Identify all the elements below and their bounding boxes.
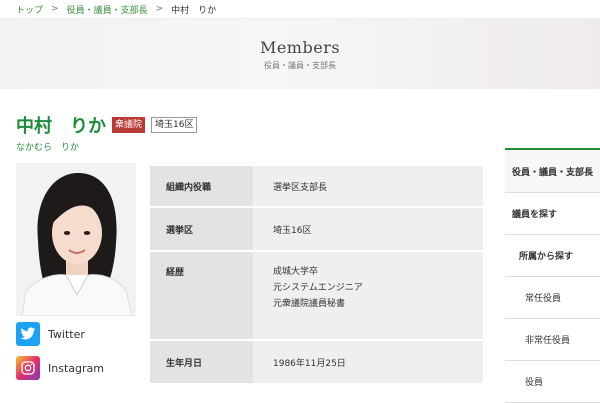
row-value-birthday: 1986年11月25日 [253,341,483,383]
breadcrumb-separator: > [51,4,59,14]
sidebar-item-by-affiliation[interactable]: 所属から探す [505,235,600,277]
twitter-icon [16,322,40,346]
instagram-label: Instagram [48,361,104,375]
portrait-illustration [16,163,136,316]
row-value-position: 選挙区支部長 [253,166,483,206]
row-label-birthday: 生年月日 [150,341,253,383]
sidebar-nav: 役員・議員・支部長 議員を探す 所属から探す 常任役員 非常任役員 役員 [505,148,600,403]
page-subtitle: 役員・議員・支部長 [264,61,336,70]
sidebar-item-find-members[interactable]: 議員を探す [505,193,600,235]
table-row: 生年月日 1986年11月25日 [150,341,483,383]
breadcrumb: トップ > 役員・議員・支部長 > 中村 りか [0,0,600,18]
instagram-icon [16,356,40,380]
table-row: 組織内役職 選挙区支部長 [150,166,483,206]
sidebar-heading[interactable]: 役員・議員・支部長 [505,148,600,193]
row-label-career: 経歴 [150,252,253,339]
member-name-kana: なかむら りか [16,143,80,153]
house-badge: 衆議院 [112,117,146,133]
sidebar-item-nonstanding-officers[interactable]: 非常任役員 [505,319,600,361]
row-value-district: 埼玉16区 [253,208,483,250]
profile-info-table: 組織内役職 選挙区支部長 選挙区 埼玉16区 経歴 成城大学卒 元システムエンジ… [150,164,483,385]
career-line: 成城大学卒 [273,267,319,277]
sidebar-item-officers[interactable]: 役員 [505,361,600,403]
instagram-link[interactable]: Instagram [16,356,104,380]
row-value-career: 成城大学卒 元システムエンジニア 元衆議院議員秘書 [253,252,483,339]
profile-header: 中村 りか 衆議院 埼玉16区 なかむら りか [16,112,198,153]
member-name: 中村 りか [16,116,106,137]
page-title: Members [259,38,341,57]
table-row: 経歴 成城大学卒 元システムエンジニア 元衆議院議員秘書 [150,252,483,339]
table-row: 選挙区 埼玉16区 [150,208,483,250]
breadcrumb-current: 中村 りか [171,5,217,16]
twitter-link[interactable]: Twitter [16,322,85,346]
district-badge: 埼玉16区 [151,117,198,133]
twitter-label: Twitter [48,327,85,341]
page-hero: Members 役員・議員・支部長 [0,18,600,89]
breadcrumb-separator: > [155,4,164,14]
career-line: 元衆議院議員秘書 [273,299,346,309]
member-photo [16,163,136,316]
breadcrumb-members-link[interactable]: 役員・議員・支部長 [67,3,148,16]
row-label-district: 選挙区 [150,208,253,250]
sidebar-item-standing-officers[interactable]: 常任役員 [505,277,600,319]
row-label-position: 組織内役職 [150,166,253,206]
breadcrumb-home-link[interactable]: トップ [16,3,43,16]
career-line: 元システムエンジニア [273,283,363,293]
